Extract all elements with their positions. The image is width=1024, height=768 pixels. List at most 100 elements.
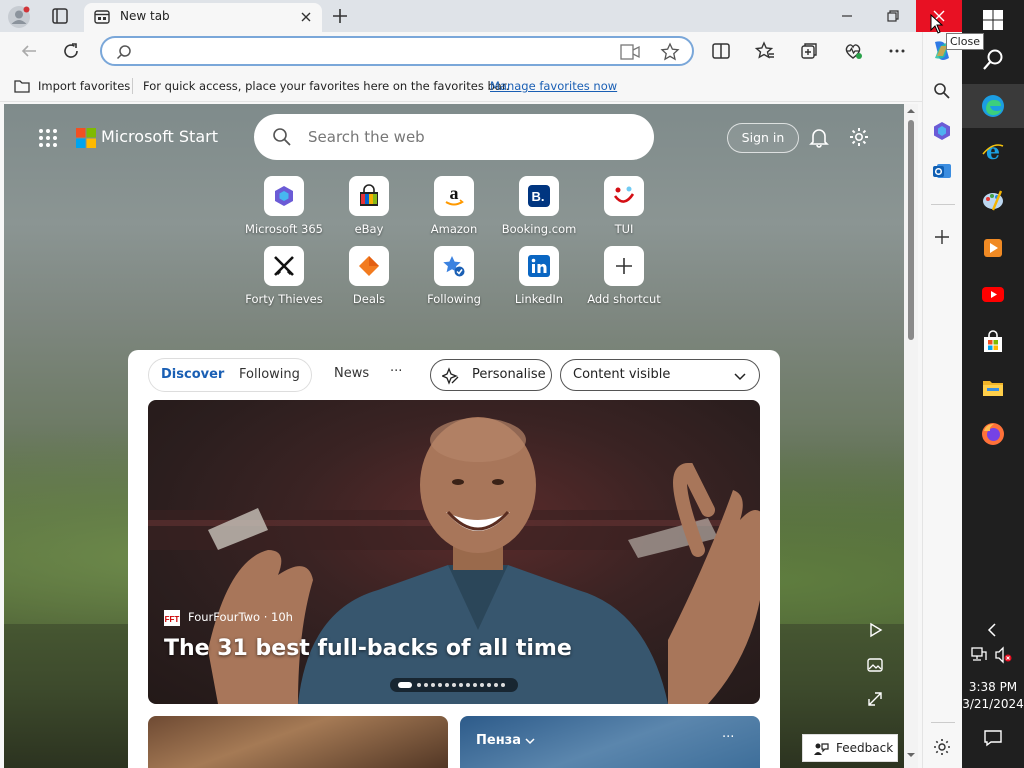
split-screen-icon[interactable] — [710, 40, 732, 62]
search-icon — [116, 45, 131, 60]
favorites-icon[interactable] — [754, 40, 776, 62]
new-tab-plus-icon[interactable] — [330, 6, 350, 26]
tab-news[interactable]: News — [334, 366, 369, 381]
taskbar-clock-date[interactable]: 3/21/2024 — [962, 697, 1024, 711]
shortcut-booking[interactable]: B. Booking.com — [496, 176, 582, 238]
profile-icon[interactable] — [8, 6, 30, 28]
show-hidden-icons-chevron-icon[interactable] — [984, 621, 1002, 639]
restore-icon[interactable] — [882, 6, 904, 26]
shortcut-tui[interactable]: TUI — [581, 176, 667, 238]
carousel-pager[interactable] — [390, 678, 518, 692]
sidebar-outlook-icon[interactable] — [931, 160, 953, 182]
taskbar-youtube-icon[interactable] — [981, 282, 1005, 306]
taskbar-firefox-icon[interactable] — [981, 422, 1005, 446]
shortcut-tile — [434, 246, 474, 286]
windows-start-icon[interactable] — [981, 8, 1005, 32]
page-scrollbar[interactable] — [904, 104, 918, 768]
background-image-info-icon[interactable] — [866, 656, 884, 674]
edge-sidebar — [922, 32, 962, 768]
shortcut-add[interactable]: Add shortcut — [581, 246, 667, 308]
sidebar-add-icon[interactable] — [931, 226, 953, 248]
back-arrow-icon[interactable] — [18, 40, 40, 62]
shortcut-tile: a — [434, 176, 474, 216]
weather-more-button[interactable]: ··· — [722, 730, 734, 745]
shortcut-linkedin[interactable]: LinkedIn — [496, 246, 582, 308]
app-launcher-grid-icon[interactable] — [38, 128, 58, 148]
feed-more-tabs-button[interactable]: ··· — [390, 364, 402, 379]
play-background-icon[interactable] — [866, 621, 884, 639]
page-settings-gear-icon[interactable] — [848, 126, 870, 148]
refresh-icon[interactable] — [60, 40, 82, 62]
shortcut-tile: B. — [519, 176, 559, 216]
chevron-down-icon — [734, 373, 746, 381]
collections-icon[interactable] — [798, 40, 820, 62]
hero-source[interactable]: FourFourTwo · 10h — [188, 610, 293, 624]
content-visibility-dropdown[interactable]: Content visible — [560, 359, 760, 391]
action-center-icon[interactable] — [983, 728, 1003, 748]
taskbar-store-icon[interactable] — [981, 330, 1005, 354]
more-options-icon[interactable] — [886, 40, 908, 62]
booking-icon: B. — [528, 185, 550, 207]
taskbar-media-player-icon[interactable] — [981, 236, 1005, 260]
sidebar-search-icon[interactable] — [931, 80, 953, 102]
tab-discover[interactable]: Discover — [161, 367, 224, 382]
tab-following[interactable]: Following — [239, 367, 300, 382]
sidebar-microsoft-365-icon[interactable] — [931, 120, 953, 142]
import-favorites-icon[interactable] — [13, 78, 31, 94]
tab-new-tab[interactable]: New tab — [84, 3, 322, 32]
mouse-cursor-icon — [930, 14, 944, 34]
personalise-button[interactable]: Personalise — [430, 359, 552, 391]
browser-toolbar — [0, 32, 922, 70]
manage-favorites-link[interactable]: Manage favorites now — [490, 79, 617, 93]
web-search-input[interactable] — [308, 126, 628, 148]
taskbar-paint-icon[interactable] — [981, 188, 1005, 212]
taskbar-edge-icon[interactable] — [981, 94, 1005, 118]
add-favorite-star-icon[interactable] — [660, 42, 680, 62]
shortcut-amazon[interactable]: a Amazon — [411, 176, 497, 238]
minimize-icon[interactable] — [836, 6, 858, 26]
sidebar-settings-gear-icon[interactable] — [931, 736, 953, 758]
sign-in-button[interactable]: Sign in — [727, 123, 799, 153]
shortcut-microsoft-365[interactable]: Microsoft 365 — [241, 176, 327, 238]
feedback-button[interactable]: Feedback — [802, 734, 898, 762]
immersive-reader-icon[interactable] — [620, 44, 640, 60]
taskbar-search-icon[interactable] — [981, 48, 1005, 72]
scroll-down-arrow-icon[interactable] — [906, 750, 916, 760]
shortcut-ebay[interactable]: eBay — [326, 176, 412, 238]
shortcut-deals[interactable]: Deals — [326, 246, 412, 308]
microsoft-start-title[interactable]: Microsoft Start — [101, 127, 218, 146]
new-tab-page-icon — [94, 10, 110, 24]
web-search-box[interactable] — [254, 114, 654, 160]
chevron-down-icon[interactable] — [524, 736, 536, 746]
taskbar-internet-explorer-icon[interactable]: e — [981, 140, 1005, 164]
weather-card[interactable]: Пенза ··· — [460, 716, 760, 768]
address-bar[interactable] — [100, 36, 694, 66]
feed-tab-group: Discover Following — [148, 358, 312, 392]
news-card-1[interactable] — [148, 716, 448, 768]
shortcut-tile — [519, 246, 559, 286]
notifications-bell-icon[interactable] — [808, 126, 830, 148]
weather-city[interactable]: Пенза — [476, 733, 521, 748]
taskbar-clock-time[interactable]: 3:38 PM — [962, 680, 1024, 694]
deals-icon — [359, 256, 379, 276]
address-input[interactable] — [142, 41, 602, 61]
taskbar-file-explorer-icon[interactable] — [981, 376, 1005, 400]
tab-actions-icon[interactable] — [50, 6, 70, 26]
shortcut-following[interactable]: Following — [411, 246, 497, 308]
close-tab-icon[interactable] — [298, 9, 314, 25]
hero-headline[interactable]: The 31 best full-backs of all time — [164, 636, 572, 661]
shortcut-tile — [349, 246, 389, 286]
hero-story-card[interactable]: FFT FourFourTwo · 10h The 31 best full-b… — [148, 400, 760, 704]
network-icon[interactable] — [970, 646, 988, 664]
scroll-up-arrow-icon[interactable] — [906, 106, 916, 116]
microsoft-logo-icon — [76, 128, 96, 148]
expand-arrows-icon[interactable] — [866, 690, 884, 708]
volume-muted-icon[interactable] — [994, 646, 1012, 664]
start-header: Microsoft Start Sign in — [4, 104, 904, 170]
scrollbar-thumb[interactable] — [908, 120, 914, 340]
shortcut-tile — [264, 176, 304, 216]
plus-icon — [616, 258, 632, 274]
import-favorites-button[interactable]: Import favorites — [38, 79, 130, 93]
shortcut-forty-thieves[interactable]: Forty Thieves — [241, 246, 327, 308]
browser-essentials-icon[interactable] — [842, 40, 864, 62]
